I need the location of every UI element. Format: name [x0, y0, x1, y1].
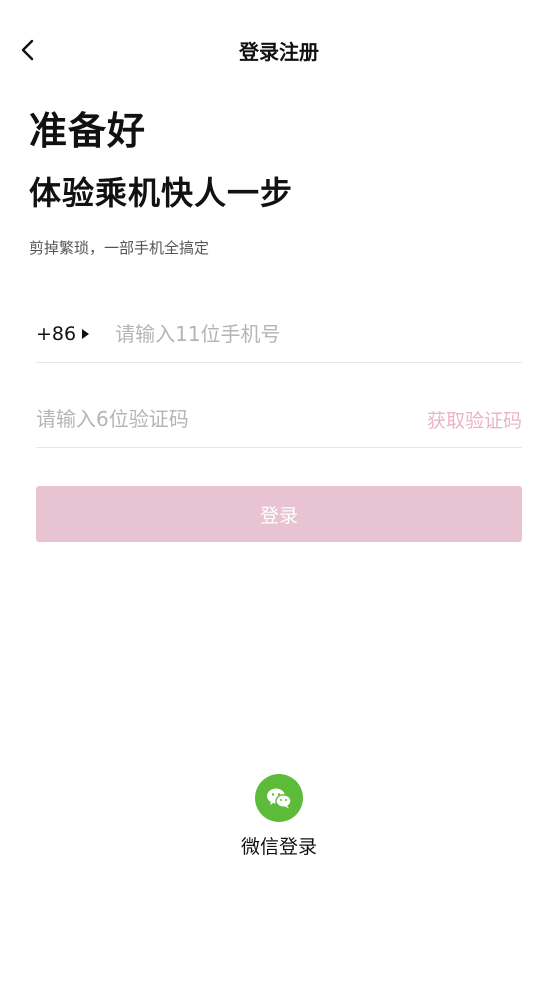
headline-secondary: 体验乘机快人一步 [29, 174, 294, 212]
phone-row: +86 [36, 306, 522, 363]
phone-input[interactable] [115, 322, 522, 346]
headline-primary: 准备好 [29, 109, 147, 153]
country-code-selector[interactable]: +86 [36, 323, 90, 345]
wechat-icon [267, 788, 292, 809]
wechat-login-label: 微信登录 [240, 836, 317, 858]
country-code-label: +86 [36, 323, 77, 345]
code-row: 获取验证码 [36, 391, 522, 448]
page-title: 登录注册 [239, 40, 319, 64]
verification-code-input[interactable] [36, 407, 427, 431]
header-bar: 登录注册 [0, 22, 558, 78]
subtitle: 剪掉繁琐，一部手机全搞定 [29, 239, 210, 257]
get-code-button[interactable]: 获取验证码 [427, 406, 522, 433]
login-button[interactable]: 登录 [36, 486, 522, 542]
wechat-login-button[interactable] [255, 774, 303, 822]
caret-right-icon [82, 329, 90, 339]
wechat-login: 微信登录 [0, 774, 558, 859]
